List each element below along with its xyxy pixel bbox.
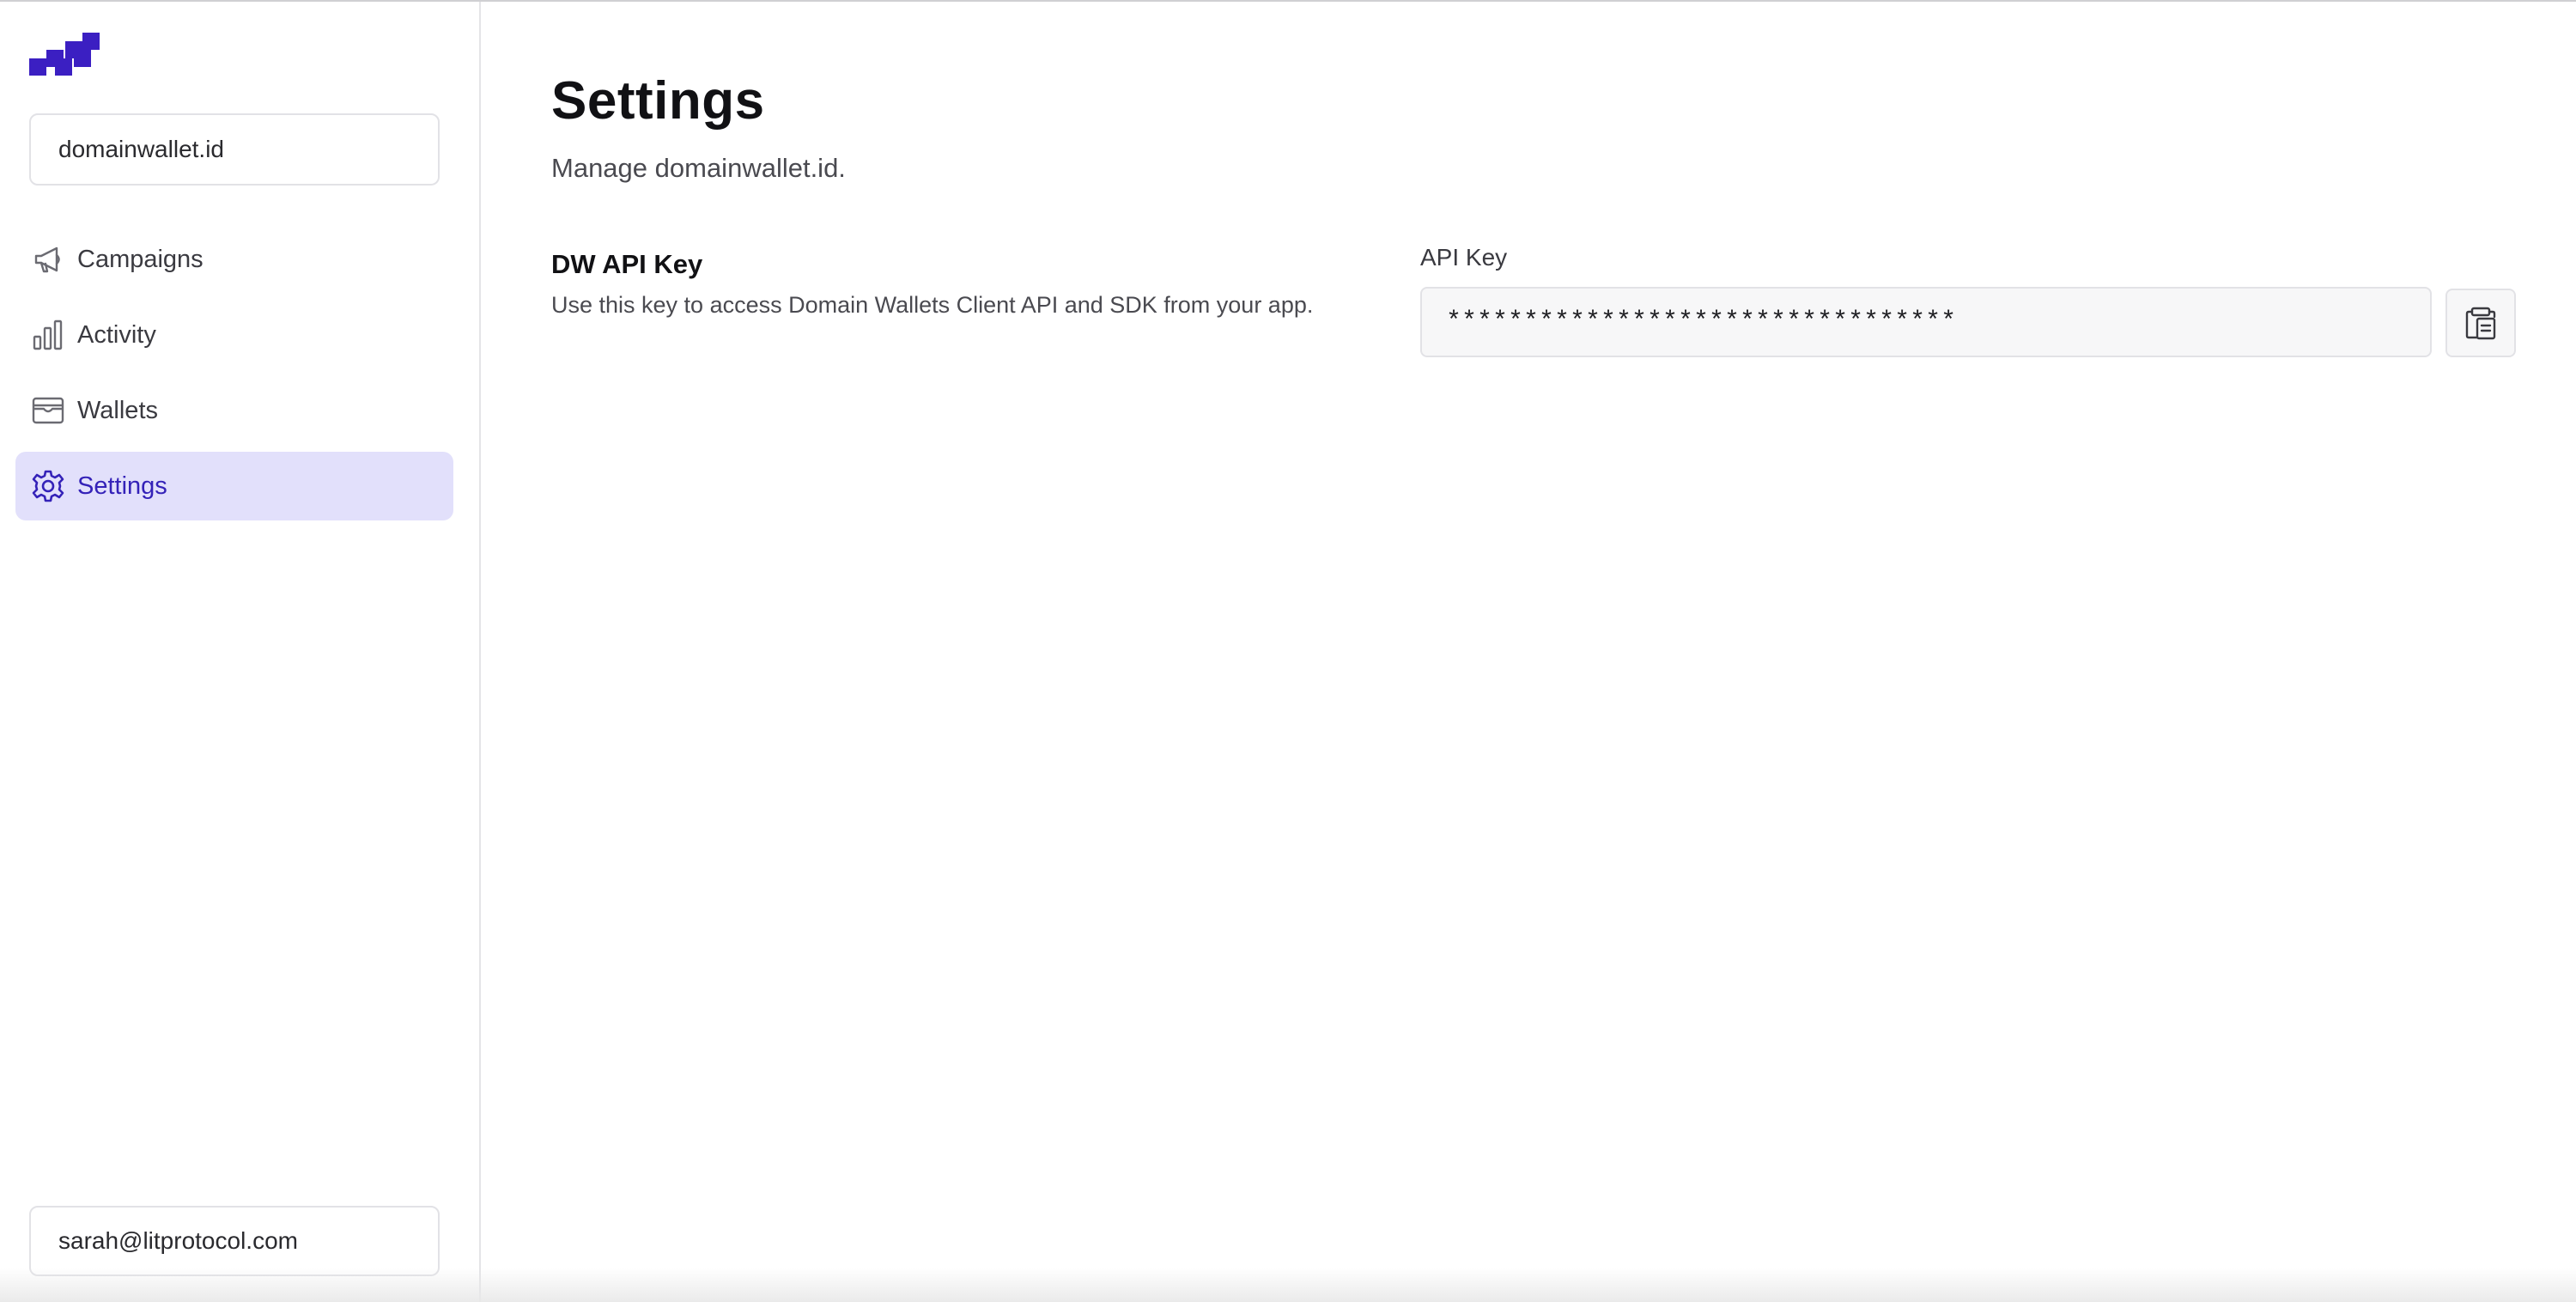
sidebar-nav: Campaigns Activity Wallets Settings [15,225,453,527]
sidebar-item-campaigns[interactable]: Campaigns [15,225,453,294]
sidebar-item-label: Settings [77,472,167,500]
main-content: Settings Manage domainwallet.id. DW API … [551,2,2526,1302]
page-title: Settings [551,71,765,131]
api-key-section-title: DW API Key [551,249,703,279]
brand-logo[interactable] [29,29,100,76]
wallet-icon [31,393,65,428]
user-account-button[interactable]: sarah@litprotocol.com [29,1206,440,1276]
bar-chart-icon [31,318,65,352]
sidebar-item-label: Campaigns [77,245,204,273]
sidebar-item-label: Activity [77,320,156,349]
page-subtitle: Manage domainwallet.id. [551,153,846,183]
clipboard-icon [2464,305,2498,341]
sidebar-item-settings[interactable]: Settings [15,452,453,520]
sidebar-item-wallets[interactable]: Wallets [15,376,453,445]
sidebar-item-label: Wallets [77,396,158,424]
sidebar-item-activity[interactable]: Activity [15,301,453,369]
org-selector[interactable]: domainwallet.id [29,113,440,186]
user-email: sarah@litprotocol.com [58,1227,298,1254]
api-key-field[interactable] [1420,287,2432,357]
sidebar: domainwallet.id Campaigns Activity Walle… [0,2,481,1302]
gear-icon [31,469,65,503]
megaphone-icon [31,242,65,277]
api-key-label: API Key [1420,244,1508,271]
api-key-section-description: Use this key to access Domain Wallets Cl… [551,292,1314,318]
app-window: domainwallet.id Campaigns Activity Walle… [0,0,2576,1302]
copy-api-key-button[interactable] [2445,289,2516,357]
org-name: domainwallet.id [58,136,224,162]
